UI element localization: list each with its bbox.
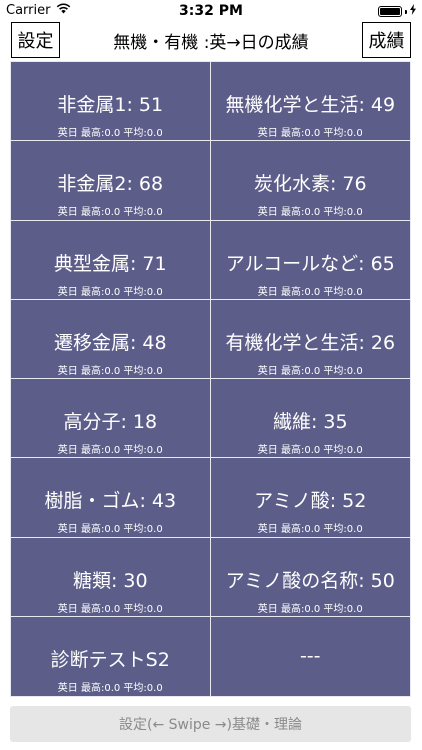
topic-stats: 英日 最高:0.0 平均:0.0	[57, 524, 163, 536]
page-title: 無機・有機 :英→日の成績	[113, 32, 309, 53]
topic-title: 非金属2: 68	[57, 173, 164, 196]
topic-cell[interactable]: アミノ酸: 52 英日 最高:0.0 平均:0.0	[210, 458, 410, 538]
topic-title: アルコールなど: 65	[225, 252, 395, 275]
topic-cell[interactable]: 樹脂・ゴム: 43 英日 最高:0.0 平均:0.0	[11, 458, 211, 538]
topic-title: ---	[299, 644, 321, 667]
topic-cell[interactable]: 非金属2: 68 英日 最高:0.0 平均:0.0	[11, 141, 211, 221]
topic-stats: 英日 最高:0.0 平均:0.0	[257, 524, 363, 536]
topic-title: 遷移金属: 48	[53, 331, 167, 354]
topic-title: 樹脂・ゴム: 43	[44, 490, 177, 513]
status-right	[378, 4, 416, 19]
topic-title: 典型金属: 71	[53, 252, 167, 275]
topic-cell[interactable]: 典型金属: 71 英日 最高:0.0 平均:0.0	[11, 220, 211, 300]
topic-stats: 英日 最高:0.0 平均:0.0	[57, 365, 163, 377]
topic-stats: 英日 最高:0.0 平均:0.0	[257, 365, 363, 377]
topic-stats: 英日 最高:0.0 平均:0.0	[57, 128, 163, 139]
topic-cell[interactable]: 繊維: 35 英日 最高:0.0 平均:0.0	[210, 379, 410, 459]
topic-stats: 英日 最高:0.0 平均:0.0	[257, 128, 363, 139]
topic-stats: 英日 最高:0.0 平均:0.0	[57, 682, 163, 694]
topic-title: 高分子: 18	[63, 411, 158, 433]
topic-grid: 非金属1: 51 英日 最高:0.0 平均:0.0 無機化学と生活: 49 英日…	[10, 61, 411, 697]
topic-cell[interactable]: 遷移金属: 48 英日 最高:0.0 平均:0.0	[11, 299, 211, 379]
topic-cell[interactable]: 診断テストS2 英日 最高:0.0 平均:0.0	[11, 616, 211, 696]
topic-cell[interactable]: 高分子: 18 英日 最高:0.0 平均:0.0	[11, 379, 211, 459]
topic-stats: 英日 最高:0.0 平均:0.0	[257, 603, 363, 615]
topic-title: 繊維: 35	[272, 411, 348, 433]
topic-stats: 英日 最高:0.0 平均:0.0	[57, 286, 163, 298]
status-bar: Carrier 3:32 PM	[0, 0, 422, 22]
app-screen: Carrier 3:32 PM 設定 無機・有機 :英→日の成績 成績 非金属1…	[0, 0, 422, 750]
topic-title: 診断テストS2	[50, 648, 170, 671]
topic-stats: 英日 最高:0.0 平均:0.0	[257, 286, 363, 298]
topic-cell[interactable]: 有機化学と生活: 26 英日 最高:0.0 平均:0.0	[210, 300, 410, 379]
empty-cell: ---	[211, 617, 411, 696]
topic-title: 非金属1: 51	[57, 94, 164, 116]
swipe-nav-button[interactable]: 設定(← Swipe →)基礎・理論	[10, 706, 411, 742]
topic-title: 有機化学と生活: 26	[225, 331, 396, 354]
topic-title: 無機化学と生活: 49	[225, 94, 396, 116]
topic-stats: 英日 最高:0.0 平均:0.0	[57, 207, 163, 219]
topic-cell[interactable]: 炭化水素: 76 英日 最高:0.0 平均:0.0	[210, 141, 410, 221]
settings-button[interactable]: 設定	[11, 22, 60, 58]
battery-icon	[378, 6, 402, 17]
topic-stats: 英日 最高:0.0 平均:0.0	[57, 603, 163, 615]
topic-cell[interactable]: 糖類: 30 英日 最高:0.0 平均:0.0	[11, 537, 211, 617]
topic-cell[interactable]: 無機化学と生活: 49 英日 最高:0.0 平均:0.0	[210, 62, 410, 142]
topic-stats: 英日 最高:0.0 平均:0.0	[57, 445, 163, 456]
topic-title: 糖類: 30	[72, 569, 148, 592]
topic-title: 炭化水素: 76	[253, 173, 367, 196]
topic-cell[interactable]: アミノ酸の名称: 50 英日 最高:0.0 平均:0.0	[210, 538, 410, 617]
topic-cell[interactable]: アルコールなど: 65 英日 最高:0.0 平均:0.0	[210, 221, 410, 300]
battery-tip	[405, 9, 407, 14]
header: 設定 無機・有機 :英→日の成績 成績	[0, 22, 422, 60]
topic-cell[interactable]: 非金属1: 51 英日 最高:0.0 平均:0.0	[11, 62, 211, 142]
topic-stats: 英日 最高:0.0 平均:0.0	[257, 207, 363, 219]
topic-stats: 英日 最高:0.0 平均:0.0	[257, 445, 363, 456]
charging-bolt-icon	[410, 4, 416, 19]
status-time: 3:32 PM	[179, 3, 243, 19]
topic-title: アミノ酸: 52	[254, 490, 367, 513]
topic-title: アミノ酸の名称: 50	[225, 569, 395, 592]
scores-button[interactable]: 成績	[362, 22, 411, 58]
